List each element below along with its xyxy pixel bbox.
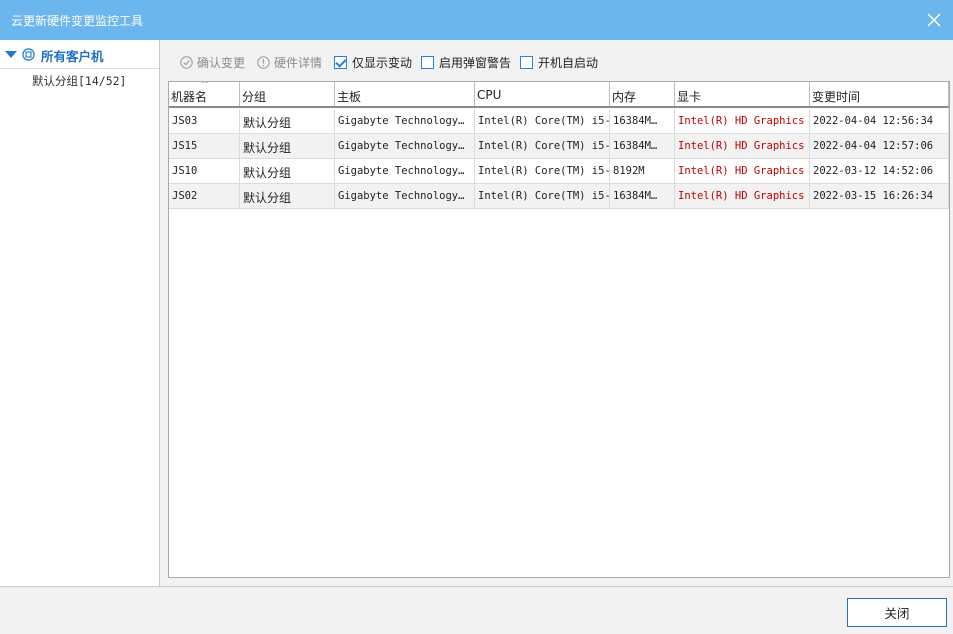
client-tree: 所有客户机 默认分组[14/52] — [0, 40, 160, 586]
cell-machine: JS03 — [169, 109, 240, 133]
cell-machine: JS10 — [169, 159, 240, 183]
cell-change-time: 2022-03-12 14:52:06 — [810, 159, 949, 183]
cell-cpu: Intel(R) Core(TM) i5-… — [475, 109, 610, 133]
only-changes-checkbox[interactable]: 仅显示变动 — [334, 54, 412, 70]
tree-root-label: 所有客户机 — [41, 49, 104, 64]
column-header-motherboard[interactable]: 主板 — [335, 82, 475, 106]
popup-alert-checkbox[interactable]: 启用弹窗警告 — [421, 54, 511, 70]
column-header-memory[interactable]: 内存 — [610, 82, 675, 106]
cell-machine: JS15 — [169, 134, 240, 158]
close-button[interactable]: 关闭 — [847, 598, 947, 627]
cell-machine: JS02 — [169, 184, 240, 208]
close-icon[interactable] — [927, 13, 941, 27]
expand-triangle-icon[interactable] — [5, 51, 17, 58]
tree-root-all-clients[interactable]: 所有客户机 — [0, 40, 159, 69]
table-row[interactable]: JS15 默认分组 Gigabyte Technology… Intel(R) … — [169, 134, 949, 159]
cell-gpu: Intel(R) HD Graphics 4 — [675, 109, 810, 133]
cell-motherboard: Gigabyte Technology… — [335, 134, 475, 158]
confirm-change-label: 确认变更 — [197, 55, 246, 70]
cell-memory: 8192M — [610, 159, 675, 183]
table-row[interactable]: JS02 默认分组 Gigabyte Technology… Intel(R) … — [169, 184, 949, 209]
cell-change-time: 2022-03-15 16:26:34 — [810, 184, 949, 208]
table-header: ^ 机器名 分组 主板 CPU 内存 显卡 变更时间 — [169, 82, 949, 108]
cell-motherboard: Gigabyte Technology… — [335, 109, 475, 133]
table-row[interactable]: JS03 默认分组 Gigabyte Technology… Intel(R) … — [169, 109, 949, 134]
column-header-gpu[interactable]: 显卡 — [675, 82, 810, 106]
column-header-group[interactable]: 分组 — [240, 82, 335, 106]
cell-change-time: 2022-04-04 12:56:34 — [810, 109, 949, 133]
hardware-detail-label: 硬件详情 — [274, 55, 323, 70]
hardware-change-table: ^ 机器名 分组 主板 CPU 内存 显卡 变更时间 JS03 默认分组 Gig… — [168, 81, 950, 578]
chip-icon — [22, 48, 35, 61]
toolbar: 确认变更 硬件详情 仅显示变动 启用弹窗警告 开机自启动 — [160, 40, 953, 80]
cell-group: 默认分组 — [240, 134, 335, 158]
only-changes-label: 仅显示变动 — [352, 55, 413, 70]
cell-memory: 16384M… — [610, 184, 675, 208]
autostart-check-box[interactable] — [520, 55, 533, 69]
autostart-checkbox[interactable]: 开机自启动 — [520, 54, 598, 70]
table-row[interactable]: JS10 默认分组 Gigabyte Technology… Intel(R) … — [169, 159, 949, 184]
window-title: 云更新硬件变更监控工具 — [11, 14, 144, 28]
check-circle-icon — [180, 55, 193, 69]
title-bar: 云更新硬件变更监控工具 — [0, 0, 953, 40]
footer-bar: 关闭 — [0, 586, 953, 634]
tree-item-default-group[interactable]: 默认分组[14/52] — [32, 73, 126, 89]
cell-memory: 16384M… — [610, 134, 675, 158]
hardware-detail-button[interactable]: 硬件详情 — [257, 54, 322, 70]
popup-alert-label: 启用弹窗警告 — [439, 55, 512, 70]
cell-motherboard: Gigabyte Technology… — [335, 184, 475, 208]
cell-group: 默认分组 — [240, 159, 335, 183]
cell-group: 默认分组 — [240, 109, 335, 133]
info-icon — [257, 55, 270, 69]
column-header-machine[interactable]: ^ 机器名 — [169, 82, 240, 106]
cell-gpu: Intel(R) HD Graphics 4 — [675, 184, 810, 208]
cell-group: 默认分组 — [240, 184, 335, 208]
popup-alert-check-box[interactable] — [421, 55, 434, 69]
column-header-change-time[interactable]: 变更时间 — [810, 82, 949, 106]
cell-cpu: Intel(R) Core(TM) i5-… — [475, 159, 610, 183]
cell-gpu: Intel(R) HD Graphics 4 — [675, 159, 810, 183]
cell-motherboard: Gigabyte Technology… — [335, 159, 475, 183]
cell-gpu: Intel(R) HD Graphics 4 — [675, 134, 810, 158]
autostart-label: 开机自启动 — [538, 55, 599, 70]
cell-memory: 16384M… — [610, 109, 675, 133]
cell-cpu: Intel(R) Core(TM) i5-… — [475, 184, 610, 208]
only-changes-check-box[interactable] — [334, 55, 347, 69]
column-header-cpu[interactable]: CPU — [475, 82, 610, 106]
sort-up-icon: ^ — [201, 82, 209, 90]
cell-cpu: Intel(R) Core(TM) i5-… — [475, 134, 610, 158]
confirm-change-button[interactable]: 确认变更 — [180, 54, 245, 70]
cell-change-time: 2022-04-04 12:57:06 — [810, 134, 949, 158]
